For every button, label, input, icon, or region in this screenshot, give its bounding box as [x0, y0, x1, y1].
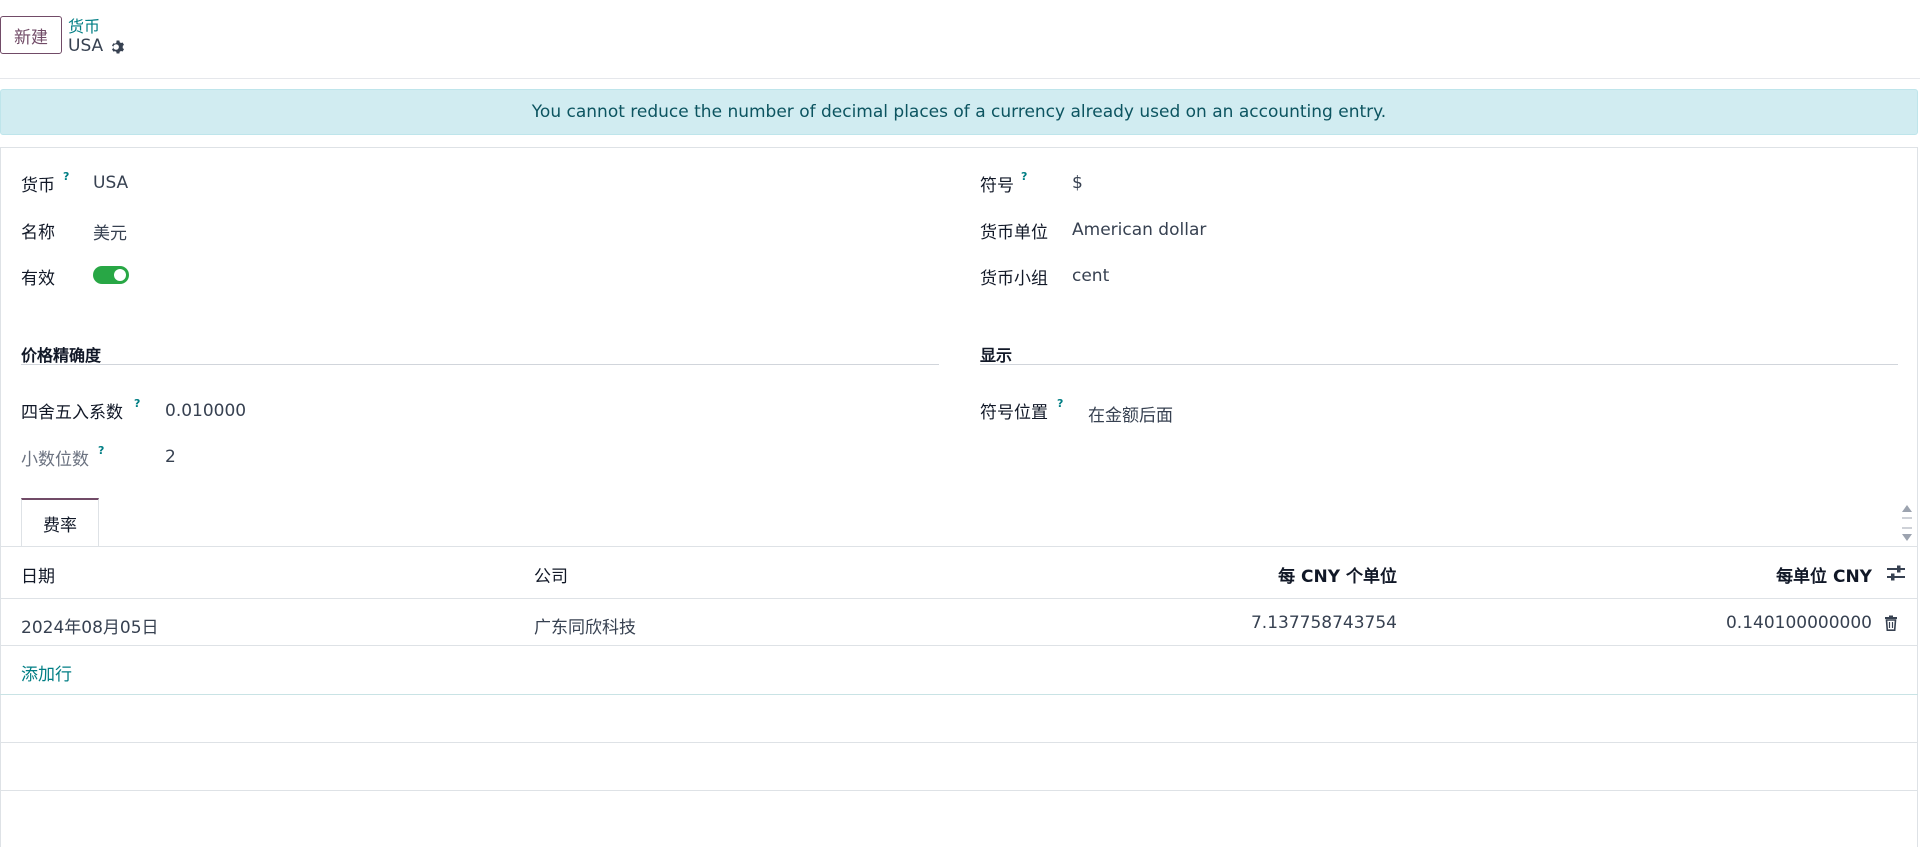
unit-label: 货币单位	[980, 223, 1048, 243]
row-date[interactable]: 2024年08月05日	[21, 613, 159, 638]
header-divider	[0, 598, 1918, 599]
decimals-label: 小数位数	[21, 450, 89, 470]
add-line-button[interactable]: 添加行	[21, 660, 72, 685]
toggle-knob	[114, 269, 126, 281]
column-header-units-per-cny[interactable]: 每 CNY 个单位	[1278, 562, 1397, 587]
row-cny-per-unit[interactable]: 0.140100000000	[1726, 613, 1872, 633]
subunit-label: 货币小组	[980, 269, 1048, 289]
rounding-label: 四舍五入系数	[21, 403, 123, 423]
new-button[interactable]: 新建	[0, 16, 62, 54]
symbol-tooltip[interactable]: ?	[1021, 170, 1027, 183]
symbol-position-tooltip[interactable]: ?	[1057, 397, 1063, 410]
active-toggle[interactable]	[93, 266, 129, 284]
column-header-company[interactable]: 公司	[534, 562, 568, 587]
symbol-label: 符号	[980, 176, 1014, 196]
tab-divider	[0, 546, 1918, 547]
tab-rates-label: 费率	[43, 516, 77, 536]
symbol-value[interactable]: $	[1072, 173, 1083, 193]
tab-rates[interactable]: 费率	[21, 498, 99, 547]
empty-row-divider	[0, 790, 1918, 791]
optional-columns-icon[interactable]	[1886, 564, 1906, 582]
name-label: 名称	[21, 223, 55, 243]
active-label: 有效	[21, 269, 55, 289]
control-panel-divider	[0, 78, 1920, 79]
empty-row-divider	[0, 742, 1918, 743]
breadcrumb-currencies[interactable]: 货币	[68, 13, 100, 37]
alert-message: You cannot reduce the number of decimal …	[531, 102, 1387, 122]
currency-label: 货币	[21, 176, 55, 196]
record-name: USA	[68, 36, 104, 56]
row-company[interactable]: 广东同欣科技	[534, 613, 636, 638]
rounding-value[interactable]: 0.010000	[165, 401, 246, 421]
price-precision-divider	[21, 364, 939, 365]
symbol-position-value[interactable]: 在金额后面	[1088, 401, 1173, 426]
row-units-per-cny[interactable]: 7.137758743754	[1251, 613, 1397, 633]
display-divider	[980, 364, 1898, 365]
unit-value[interactable]: American dollar	[1072, 220, 1206, 240]
price-precision-title: 价格精确度	[21, 346, 102, 365]
add-line-divider	[0, 694, 1918, 695]
currency-tooltip[interactable]: ?	[63, 170, 69, 183]
currency-value[interactable]: USA	[93, 173, 128, 193]
display-title: 显示	[980, 346, 1013, 365]
name-value[interactable]: 美元	[93, 219, 127, 244]
column-header-cny-per-unit[interactable]: 每单位 CNY	[1776, 562, 1872, 587]
symbol-position-label: 符号位置	[980, 403, 1048, 423]
rounding-tooltip[interactable]: ?	[134, 397, 140, 410]
decimals-tooltip[interactable]: ?	[98, 444, 104, 457]
column-header-date[interactable]: 日期	[21, 562, 55, 587]
row-divider	[0, 645, 1918, 646]
subunit-value[interactable]: cent	[1072, 266, 1109, 286]
decimals-value: 2	[165, 447, 176, 467]
info-alert: You cannot reduce the number of decimal …	[0, 89, 1918, 135]
scroll-arrows-icon[interactable]	[1900, 504, 1914, 542]
trash-icon[interactable]	[1884, 615, 1898, 631]
gear-icon[interactable]	[110, 39, 126, 55]
